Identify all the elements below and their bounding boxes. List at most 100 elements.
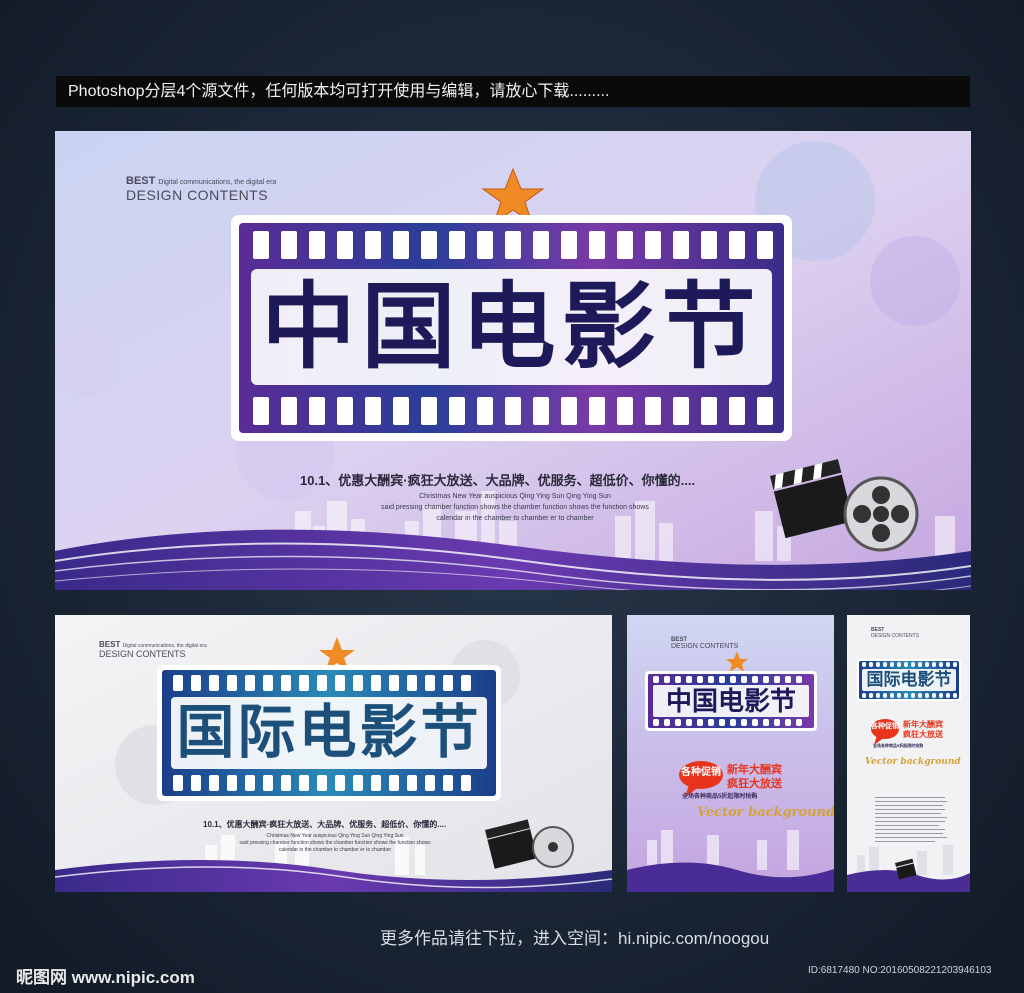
film-sprocket-hole <box>904 693 908 698</box>
film-sprocket-hole <box>449 231 465 259</box>
design-contents-label: DESIGN CONTENTS <box>871 633 920 639</box>
film-sprocket-hole <box>353 675 363 691</box>
film-sprocket-hole <box>209 675 219 691</box>
film-sprocket-hole <box>932 662 936 667</box>
film-sprocket-hole <box>741 676 747 683</box>
film-reel-icon <box>532 826 574 868</box>
film-sprocket-hole <box>371 675 381 691</box>
film-sprocket-hole <box>461 775 471 791</box>
film-sprocket-hole <box>675 719 681 726</box>
poster-two: BEST DESIGN CONTENTS 国际电影节 各种促销 新年大酬宾 疯狂… <box>847 615 970 892</box>
film-sprocket-hole <box>757 397 773 425</box>
film-sprocket-hole <box>393 397 409 425</box>
poster-one: BEST DESIGN CONTENTS 中国电影节 各种促销 新年大酬宾 疯狂… <box>627 615 834 892</box>
film-sprocket-hole <box>281 231 297 259</box>
film-sprocket-hole <box>719 676 725 683</box>
second-sub-1: Christmas New Year auspicious Qing Ying … <box>266 833 404 839</box>
best-design-block: BEST DESIGN CONTENTS <box>871 627 919 639</box>
film-sprocket-hole <box>299 675 309 691</box>
film-sprocket-hole <box>209 775 219 791</box>
film-sprocket-hole <box>763 719 769 726</box>
poster-two-script: Vector background <box>865 757 961 767</box>
best-tagline: Digital communications, the digital era <box>158 179 277 186</box>
film-sprocket-hole <box>911 693 915 698</box>
film-sprocket-hole <box>309 397 325 425</box>
film-sprocket-hole <box>869 693 873 698</box>
film-sprocket-hole <box>897 693 901 698</box>
film-sprocket-hole <box>741 719 747 726</box>
film-sprocket-hole <box>697 676 703 683</box>
film-sprocket-hole <box>227 675 237 691</box>
header-bar: Photoshop分层4个源文件，任何版本均可打开使用与编辑，请放心下载....… <box>56 76 970 107</box>
film-sprocket-hole <box>796 676 802 683</box>
film-sprocket-hole <box>245 675 255 691</box>
film-sprocket-hole <box>752 676 758 683</box>
film-sprocket-hole <box>708 676 714 683</box>
film-sprocket-hole <box>365 397 381 425</box>
film-sprocket-hole <box>729 231 745 259</box>
film-sprocket-hole <box>686 719 692 726</box>
film-sprocket-hole <box>245 775 255 791</box>
film-sprocket-hole <box>653 676 659 683</box>
film-sprocket-hole <box>191 775 201 791</box>
film-sprocket-hole <box>263 675 273 691</box>
film-sprocket-hole <box>932 693 936 698</box>
film-sprocket-hole <box>461 675 471 691</box>
poster-one-art <box>627 615 834 892</box>
film-sprocket-hole <box>918 693 922 698</box>
best-design-block: BEST Digital communications, the digital… <box>126 175 276 203</box>
film-sprocket-hole <box>421 397 437 425</box>
poster-one-script: Vector background <box>697 805 834 820</box>
film-sprocket-hole <box>281 775 291 791</box>
second-sub-3: calendar in the chamber to chamber er to… <box>278 847 392 853</box>
film-sprocket-hole <box>752 719 758 726</box>
poster-one-badge: 各种促销 <box>681 767 721 778</box>
film-sprocket-hole <box>653 719 659 726</box>
film-sprocket-hole <box>173 675 183 691</box>
film-sprocket-hole <box>443 775 453 791</box>
film-sprocket-hole <box>890 693 894 698</box>
film-sprocket-hole <box>477 231 493 259</box>
film-sprocket-hole <box>673 397 689 425</box>
film-sprocket-hole <box>953 693 957 698</box>
film-sprocket-hole <box>589 397 605 425</box>
best-label: BEST <box>126 175 156 187</box>
film-sprocket-hole <box>371 775 381 791</box>
film-sprocket-hole <box>561 231 577 259</box>
film-sprocket-hole <box>407 675 417 691</box>
poster-two-promo-2: 疯狂大放送 <box>903 730 943 739</box>
footer-link[interactable]: 更多作品请往下拉，进入空间：hi.nipic.com/noogou <box>380 924 769 949</box>
film-sprocket-hole <box>449 397 465 425</box>
film-sprocket-hole <box>757 231 773 259</box>
film-sprocket-hole <box>477 397 493 425</box>
header-text: Photoshop分层4个源文件，任何版本均可打开使用与编辑，请放心下载....… <box>68 83 610 100</box>
film-sprocket-hole <box>337 397 353 425</box>
main-sub-3: calendar in the chamber to chamber er to… <box>436 515 594 522</box>
film-sprocket-hole <box>883 662 887 667</box>
poster-one-fine: 全场各种商品5折起限时抢购 <box>682 794 758 800</box>
film-sprocket-hole <box>918 662 922 667</box>
film-sprocket-hole <box>925 662 929 667</box>
film-sprocket-hole <box>365 231 381 259</box>
film-sprocket-hole <box>443 675 453 691</box>
film-sprocket-hole <box>719 719 725 726</box>
film-sprocket-hole <box>869 662 873 667</box>
film-sprocket-hole <box>876 693 880 698</box>
film-sprocket-hole <box>505 397 521 425</box>
film-sprocket-hole <box>953 662 957 667</box>
film-sprocket-hole <box>897 662 901 667</box>
film-sprocket-hole <box>729 397 745 425</box>
film-sprocket-hole <box>393 231 409 259</box>
best-design-block: BEST DESIGN CONTENTS <box>671 637 738 650</box>
main-sub-1: Christmas New Year auspicious Qing Ying … <box>419 493 611 500</box>
poster-two-badge: 各种促销 <box>871 723 899 730</box>
film-sprocket-hole <box>701 231 717 259</box>
film-sprocket-hole <box>191 675 201 691</box>
film-sprocket-hole <box>774 676 780 683</box>
film-sprocket-hole <box>904 662 908 667</box>
design-contents-label: DESIGN CONTENTS <box>99 649 186 659</box>
site-logo[interactable]: 昵图网 www.nipic.com <box>16 963 195 988</box>
film-sprocket-hole <box>617 231 633 259</box>
film-sprocket-hole <box>785 719 791 726</box>
film-sprocket-hole <box>335 775 345 791</box>
